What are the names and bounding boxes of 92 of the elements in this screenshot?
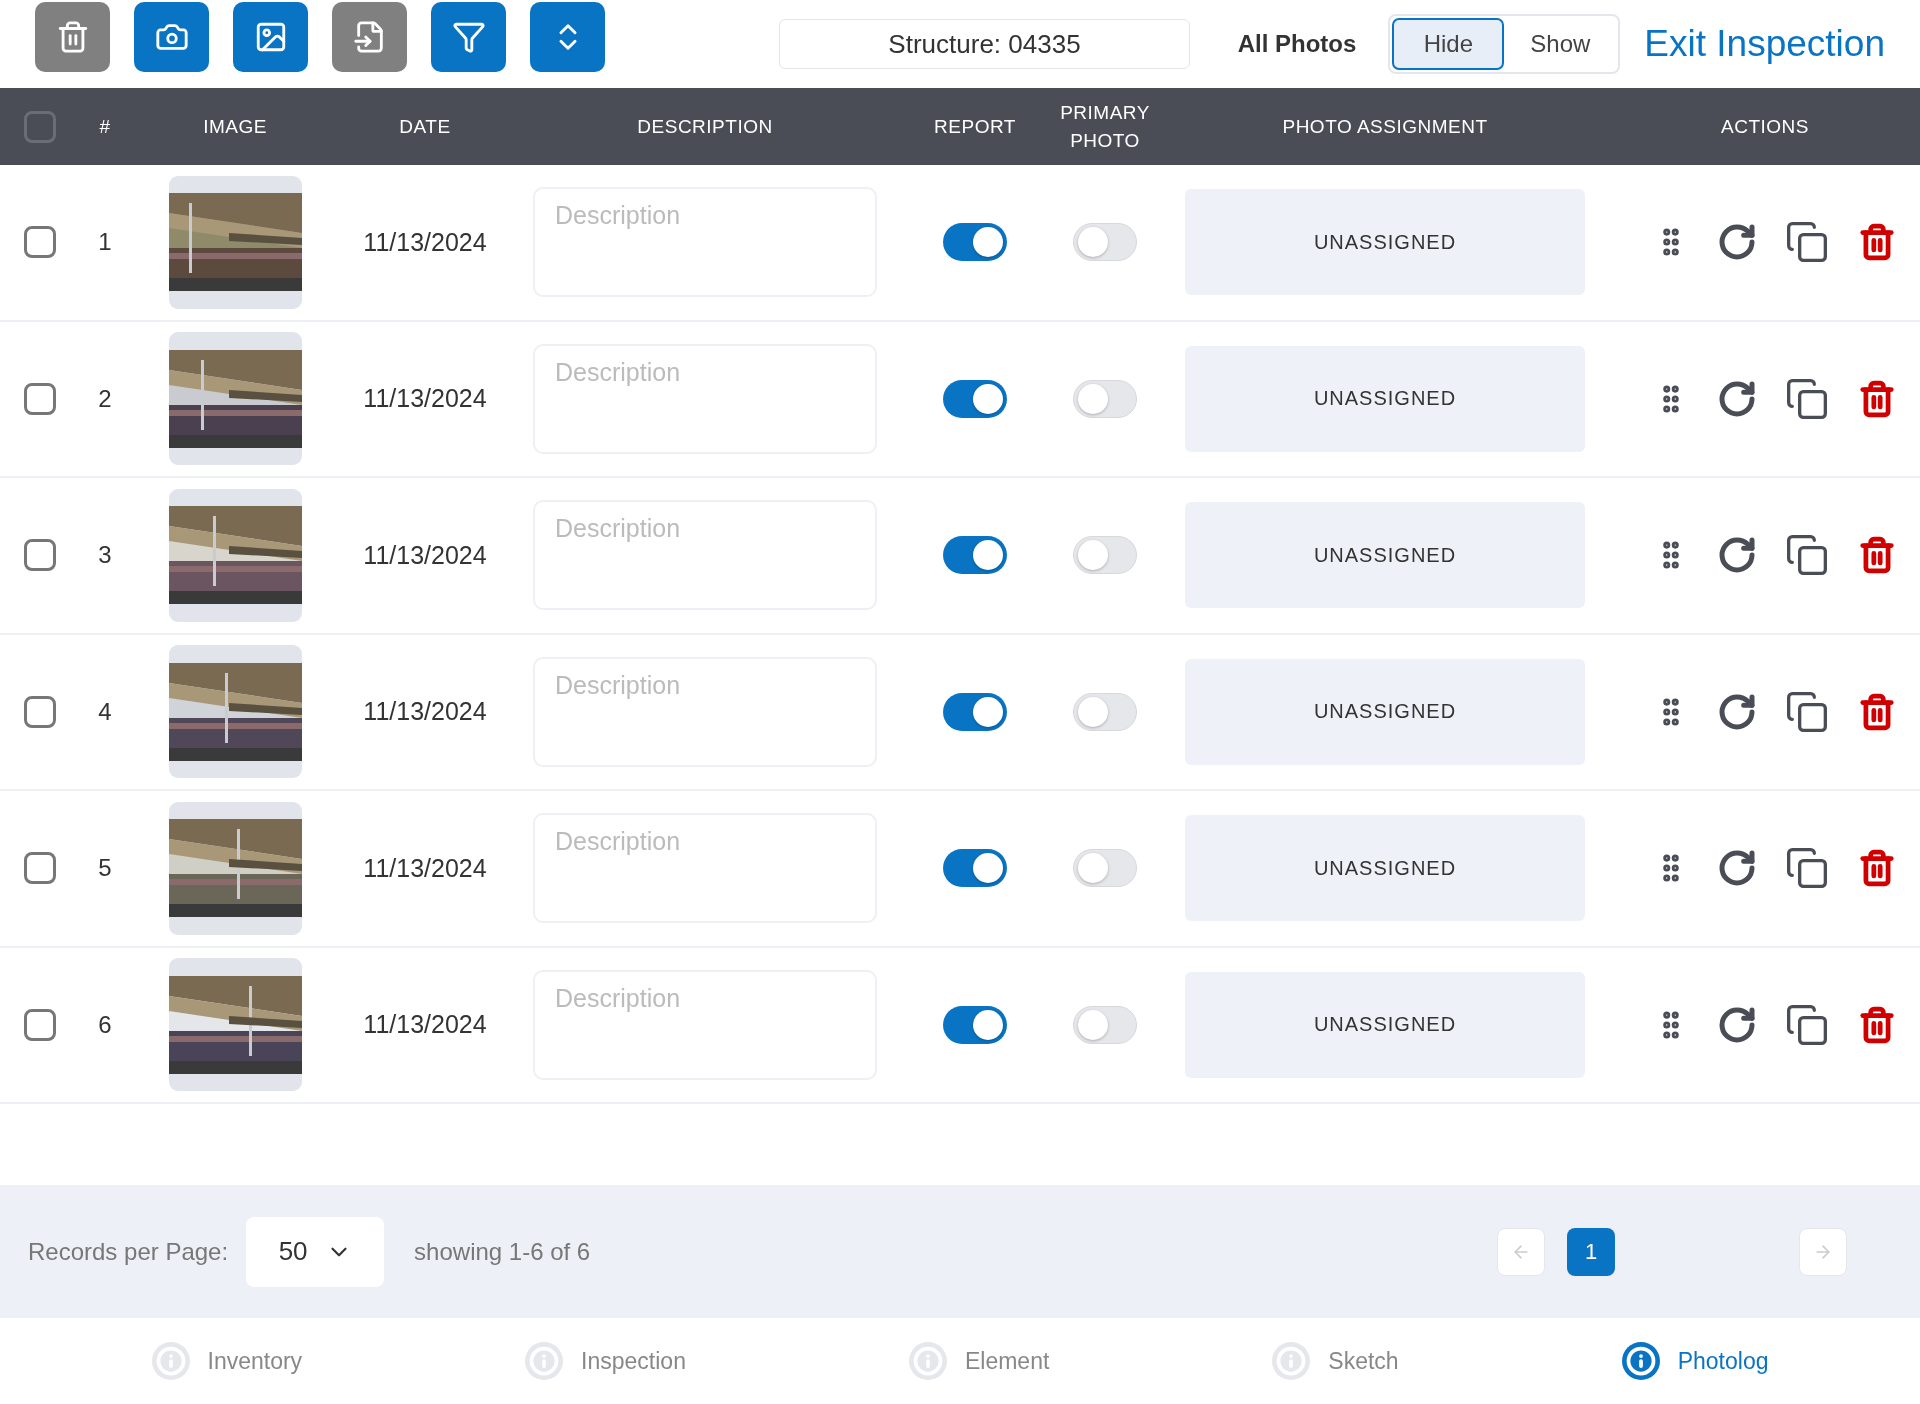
trash-icon[interactable] [1857, 536, 1896, 575]
row-number: 2 [97, 384, 113, 413]
column-header: # [98, 114, 112, 139]
assignment-button[interactable]: UNASSIGNED [1185, 658, 1585, 765]
info-icon [151, 1342, 190, 1380]
info-icon [1621, 1342, 1660, 1380]
sort-button[interactable] [530, 2, 606, 72]
description-field[interactable]: Description [533, 187, 877, 298]
assignment-button[interactable]: UNASSIGNED [1185, 502, 1585, 609]
date-text: 11/13/2024 [362, 540, 488, 570]
column-header: DATE [398, 114, 452, 139]
primary-photo-toggle[interactable] [1073, 692, 1137, 731]
column-header: PRIMARY PHOTO [1059, 100, 1151, 153]
row-number: 6 [97, 1010, 113, 1039]
date-text: 11/13/2024 [362, 1010, 488, 1040]
photo-thumbnail[interactable] [168, 958, 302, 1092]
primary-photo-toggle[interactable] [1073, 536, 1137, 575]
row-checkbox[interactable] [24, 695, 56, 728]
report-toggle[interactable] [943, 1005, 1007, 1044]
report-toggle[interactable] [943, 223, 1007, 262]
copy-icon[interactable] [1785, 846, 1830, 891]
select-all-checkbox[interactable] [24, 110, 56, 143]
photo-thumbnail[interactable] [168, 488, 302, 622]
nav-tab[interactable]: Sketch [1272, 1342, 1399, 1380]
exit-link[interactable]: Exit Inspection [1644, 23, 1885, 65]
assignment-button[interactable]: UNASSIGNED [1185, 189, 1585, 296]
assignment-button[interactable]: UNASSIGNED [1185, 345, 1585, 452]
report-toggle[interactable] [943, 692, 1007, 731]
report-toggle[interactable] [943, 536, 1007, 575]
copy-icon[interactable] [1785, 1002, 1830, 1047]
primary-photo-toggle[interactable] [1073, 1005, 1137, 1044]
report-toggle[interactable] [943, 849, 1007, 888]
description-field[interactable]: Description [533, 343, 877, 454]
trash-icon[interactable] [1857, 692, 1896, 731]
trash-icon[interactable] [1857, 1005, 1896, 1044]
nav-tab[interactable]: Inventory [151, 1342, 303, 1380]
showing-text: showing 1-6 of 6 [414, 1237, 591, 1266]
date-text: 11/13/2024 [362, 227, 488, 257]
row-checkbox[interactable] [24, 852, 56, 885]
image-button[interactable] [233, 2, 309, 72]
column-header: REPORT [933, 114, 1017, 139]
segment-button[interactable]: Hide [1392, 18, 1505, 70]
trash-icon[interactable] [1857, 223, 1896, 262]
photo-thumbnail[interactable] [168, 801, 302, 935]
page-button[interactable]: 1 [1567, 1227, 1615, 1276]
row-checkbox[interactable] [24, 539, 56, 572]
filter-button[interactable] [431, 2, 507, 72]
row-checkbox[interactable] [24, 382, 56, 415]
row-number: 3 [97, 541, 113, 570]
row-number: 4 [97, 697, 113, 726]
info-icon [908, 1342, 947, 1380]
assignment-button[interactable]: UNASSIGNED [1185, 815, 1585, 922]
photo-thumbnail[interactable] [168, 332, 302, 466]
column-header: PHOTO ASSIGNMENT [1281, 114, 1489, 139]
report-toggle[interactable] [943, 379, 1007, 418]
description-field[interactable]: Description [533, 656, 877, 767]
per-page-select[interactable]: 50 [246, 1216, 385, 1287]
column-header: DESCRIPTION [636, 114, 774, 139]
column-header: ACTIONS [1720, 114, 1810, 139]
info-icon [525, 1342, 564, 1380]
info-icon [1272, 1342, 1311, 1380]
description-field[interactable]: Description [533, 969, 877, 1080]
primary-photo-toggle[interactable] [1073, 379, 1137, 418]
row-number: 5 [97, 854, 113, 883]
row-number: 1 [97, 228, 113, 257]
records-label: Records per Page: [28, 1237, 229, 1266]
primary-photo-toggle[interactable] [1073, 223, 1137, 262]
camera-button[interactable] [134, 2, 210, 72]
primary-photo-toggle[interactable] [1073, 849, 1137, 888]
date-text: 11/13/2024 [362, 384, 488, 414]
row-checkbox[interactable] [24, 1008, 56, 1041]
copy-icon[interactable] [1785, 376, 1830, 421]
description-field[interactable]: Description [533, 813, 877, 924]
copy-icon[interactable] [1785, 220, 1830, 265]
nav-tab[interactable]: Element [908, 1342, 1050, 1380]
date-text: 11/13/2024 [362, 853, 488, 883]
photo-thumbnail[interactable] [168, 175, 302, 309]
date-text: 11/13/2024 [362, 697, 488, 727]
filter-icon [451, 20, 486, 54]
nav-tab[interactable]: Photolog [1621, 1342, 1769, 1380]
copy-icon[interactable] [1785, 689, 1830, 734]
copy-icon[interactable] [1785, 533, 1830, 578]
description-field[interactable]: Description [533, 500, 877, 611]
filter-label: All Photos [1236, 30, 1358, 58]
row-checkbox[interactable] [24, 226, 56, 259]
trash-icon[interactable] [1857, 379, 1896, 418]
photo-thumbnail[interactable] [168, 645, 302, 779]
column-header: IMAGE [202, 114, 268, 139]
nav-tab[interactable]: Inspection [525, 1342, 686, 1380]
assignment-button[interactable]: UNASSIGNED [1185, 971, 1585, 1078]
structure-field[interactable]: Structure: 04335 [779, 19, 1190, 69]
trash-icon[interactable] [1857, 849, 1896, 888]
